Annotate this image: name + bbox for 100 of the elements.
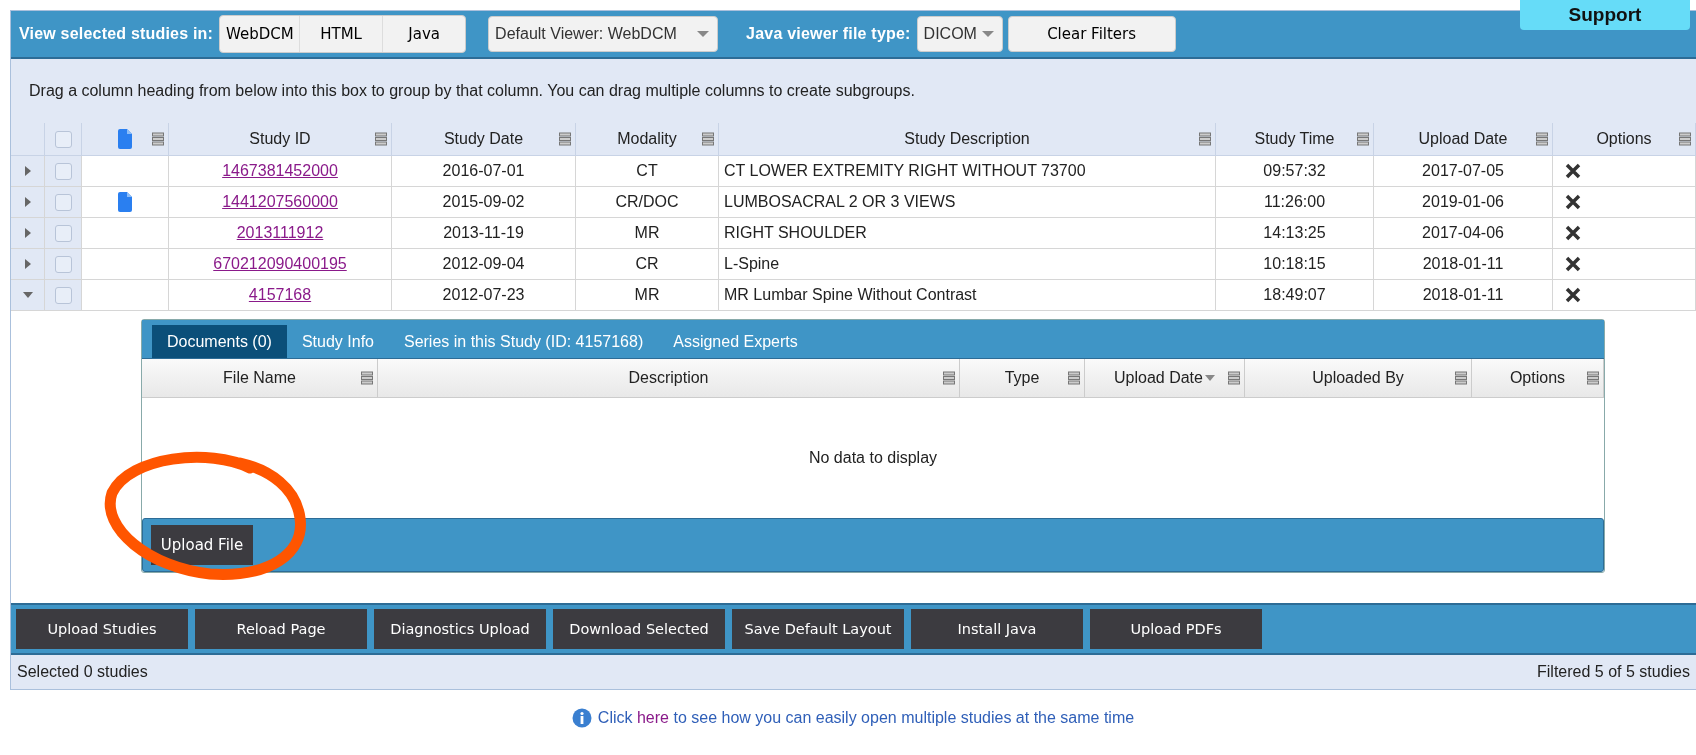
table-cell: 2019-01-06 [1422,193,1504,211]
action-button[interactable]: Download Selected [553,609,725,649]
table-cell: LUMBOSACRAL 2 OR 3 VIEWS [724,193,956,211]
delete-icon[interactable] [1565,194,1581,210]
table-cell: 2017-04-06 [1422,224,1504,242]
column-header[interactable]: Upload Date [1418,130,1508,148]
delete-icon[interactable] [1565,225,1581,241]
table-cell: CR [635,255,659,273]
table-cell: 2018-01-11 [1422,286,1504,304]
column-menu-icon[interactable] [943,371,955,385]
table-cell: 2017-07-05 [1422,162,1504,180]
study-link[interactable]: 1441207560000 [222,193,338,211]
action-button[interactable]: Diagnostics Upload [374,609,546,649]
column-menu-icon[interactable] [1199,132,1211,146]
column-menu-icon[interactable] [1679,132,1691,146]
row-checkbox[interactable] [54,162,72,180]
toolbar-label: View selected studies in: [19,25,214,43]
column-menu-icon[interactable] [1587,371,1599,385]
toolbar-label: Java viewer file type: [746,25,911,43]
column-header[interactable]: Study Description [904,130,1030,148]
expand-caret-icon[interactable] [24,259,31,269]
document-icon[interactable] [118,192,132,212]
column-header[interactable]: Options [1509,369,1566,387]
column-header[interactable]: File Name [223,369,296,387]
column-header[interactable]: Study ID [249,130,311,148]
table-cell: 10:18:15 [1263,255,1326,273]
document-icon[interactable] [118,129,132,149]
help-link[interactable]: here [636,709,669,726]
support-button[interactable]: Support [1520,0,1690,30]
column-header[interactable]: Study Date [443,130,524,148]
table-cell: CT [636,162,658,180]
table-cell: 18:49:07 [1263,286,1326,304]
column-menu-icon[interactable] [361,371,373,385]
upload-file-button[interactable]: Upload File [151,525,253,565]
row-checkbox[interactable] [54,255,72,273]
column-menu-icon[interactable] [702,132,714,146]
table-cell: CR/DOC [615,193,679,211]
column-header[interactable]: Upload Date [1114,369,1203,387]
file-type-dropdown[interactable]: DICOM [916,16,1003,52]
expand-caret-icon[interactable] [24,197,31,207]
viewer-dropdown[interactable]: Default Viewer: WebDCM [488,16,719,52]
row-checkbox[interactable] [54,286,72,304]
table-cell: 2012-07-23 [442,286,525,304]
empty-message: No data to display [808,449,938,467]
table-cell: RIGHT SHOULDER [724,224,867,242]
table-cell: 2018-01-11 [1422,255,1504,273]
column-menu-icon[interactable] [1357,132,1369,146]
delete-icon[interactable] [1565,287,1581,303]
study-link[interactable]: 2013111912 [236,224,324,242]
action-button[interactable]: Install Java [911,609,1083,649]
column-menu-icon[interactable] [1536,132,1548,146]
study-link[interactable]: 4157168 [248,286,312,304]
detail-tab[interactable]: Documents (0) [152,325,287,358]
table-cell: 2013-11-19 [443,224,524,242]
info-icon [571,708,592,728]
column-menu-icon[interactable] [1228,371,1240,385]
row-checkbox[interactable] [54,224,72,242]
column-menu-icon[interactable] [559,132,571,146]
action-button[interactable]: Save Default Layout [732,609,904,649]
expand-caret-icon[interactable] [24,166,31,176]
expand-caret-icon[interactable] [22,292,33,298]
group-hint: Drag a column heading from below into this box to group by that column. You can drag multiple columns to create subgroups. [29,82,915,100]
study-link[interactable]: 1467381452000 [222,162,338,180]
clear-filters-button[interactable]: Clear Filters [1007,16,1176,52]
column-menu-icon[interactable] [152,132,164,146]
table-cell: 09:57:32 [1263,162,1326,180]
expand-caret-icon[interactable] [24,228,31,238]
column-header[interactable]: Description [628,369,709,387]
action-button[interactable]: Upload PDFs [1090,609,1262,649]
table-cell: 11:26:00 [1263,193,1326,211]
column-header[interactable]: Study Time [1254,130,1335,148]
column-menu-icon[interactable] [1455,371,1467,385]
column-header[interactable]: Modality [617,130,677,148]
column-header[interactable]: Options [1596,130,1652,148]
delete-icon[interactable] [1565,256,1581,272]
help-text: Click here to see how you can easily open multiple studies at the same time [597,709,1135,727]
action-button[interactable]: Upload Studies [16,609,188,649]
table-cell: 2015-09-02 [442,193,525,211]
row-checkbox[interactable] [54,193,72,211]
table-cell: 14:13:25 [1263,224,1326,242]
column-menu-icon[interactable] [1068,371,1080,385]
table-cell: CT LOWER EXTREMITY RIGHT WITHOUT 73700 [724,162,1086,180]
column-header[interactable]: Uploaded By [1312,369,1404,387]
filtered-count: Filtered 5 of 5 studies [1537,663,1690,681]
table-cell: MR Lumbar Spine Without Contrast [724,286,977,304]
action-button[interactable]: Reload Page [195,609,367,649]
column-menu-icon[interactable] [375,132,387,146]
table-cell: 2016-07-01 [442,162,525,180]
viewer-button[interactable]: WebDCM [220,16,300,52]
selected-count: Selected 0 studies [17,663,148,681]
viewer-button[interactable]: Java [382,16,466,52]
study-link[interactable]: 670212090400195 [213,255,347,273]
table-cell: MR [634,224,660,242]
delete-icon[interactable] [1565,163,1581,179]
column-header[interactable]: Type [1004,369,1040,387]
table-cell: 2012-09-04 [442,255,525,273]
viewer-button[interactable]: HTML [299,16,383,52]
table-cell: MR [634,286,660,304]
select-all-checkbox[interactable] [54,130,72,148]
table-cell: L-Spine [724,255,780,273]
